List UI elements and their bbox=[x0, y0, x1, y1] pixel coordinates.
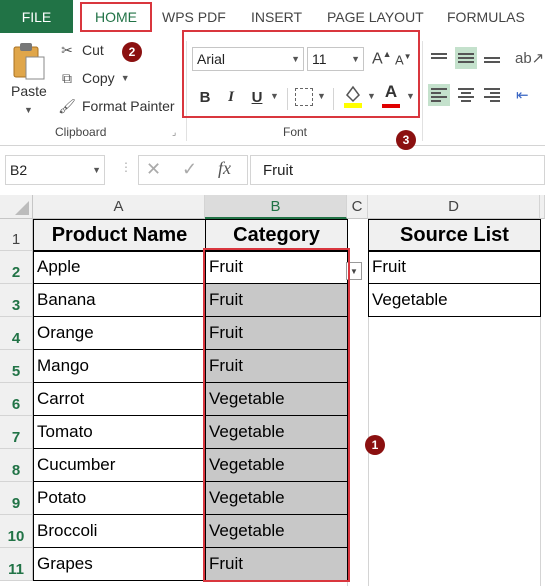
column-header-e[interactable] bbox=[540, 195, 545, 219]
cancel-icon[interactable]: ✕ bbox=[146, 159, 161, 180]
formula-bar-grip-icon: ⋮ bbox=[120, 160, 132, 174]
insert-function-button[interactable]: fx bbox=[218, 158, 231, 179]
column-header-b[interactable]: B bbox=[205, 195, 347, 219]
tab-file[interactable]: FILE bbox=[0, 0, 73, 33]
select-all-corner[interactable] bbox=[0, 195, 33, 219]
header-cell-source-list[interactable]: Source List bbox=[368, 219, 541, 252]
paste-dropdown-icon[interactable]: ▼ bbox=[24, 105, 33, 115]
ribbon: Paste ▼ ✂ Cut ⧉ Copy ▼ 🖌 Format Painter … bbox=[0, 30, 545, 150]
row-header[interactable]: 5 bbox=[0, 350, 33, 383]
ribbon-tab-bar: FILE HOME WPS PDF INSERT PAGE LAYOUT FOR… bbox=[0, 0, 545, 34]
product-cell[interactable]: Orange bbox=[33, 316, 206, 350]
scissors-icon: ✂ bbox=[61, 41, 73, 58]
font-controls-highlight bbox=[182, 30, 420, 118]
product-cell[interactable]: Carrot bbox=[33, 382, 206, 416]
paste-icon[interactable] bbox=[12, 43, 46, 81]
align-center-icon[interactable] bbox=[455, 84, 477, 106]
column-header-c[interactable]: C bbox=[347, 195, 368, 219]
row-header[interactable]: 2 bbox=[0, 251, 33, 284]
product-cell[interactable]: Broccoli bbox=[33, 514, 206, 548]
paste-button[interactable]: Paste bbox=[11, 83, 47, 99]
font-group-label: Font bbox=[283, 125, 308, 139]
product-cell[interactable]: Apple bbox=[33, 250, 206, 284]
align-right-icon[interactable] bbox=[481, 84, 503, 106]
copy-icon: ⧉ bbox=[62, 69, 72, 86]
header-cell-product-name[interactable]: Product Name bbox=[33, 219, 206, 252]
name-box-value: B2 bbox=[10, 162, 28, 178]
product-cell[interactable]: Potato bbox=[33, 481, 206, 515]
paintbrush-icon: 🖌 bbox=[58, 97, 76, 114]
row-header[interactable]: 7 bbox=[0, 416, 33, 449]
product-cell[interactable]: Tomato bbox=[33, 415, 206, 449]
group-divider bbox=[422, 41, 423, 141]
category-column-highlight bbox=[203, 248, 350, 582]
row-header[interactable]: 4 bbox=[0, 317, 33, 350]
callout-badge-3: 3 bbox=[396, 130, 416, 150]
cut-button[interactable]: ✂ Cut bbox=[58, 41, 104, 59]
copy-dropdown-icon[interactable]: ▼ bbox=[121, 73, 130, 83]
row-header[interactable]: 6 bbox=[0, 383, 33, 416]
callout-badge-1: 1 bbox=[365, 435, 385, 455]
row-header[interactable]: 1 bbox=[0, 219, 33, 251]
row-header[interactable]: 11 bbox=[0, 548, 33, 581]
cut-label: Cut bbox=[82, 42, 104, 58]
tab-home[interactable]: HOME bbox=[80, 2, 152, 32]
clipboard-group-label: Clipboard bbox=[55, 125, 107, 139]
formula-bar: B2 ▼ ⋮ ✕ ✓ fx Fruit bbox=[0, 152, 545, 188]
tab-insert[interactable]: INSERT bbox=[251, 0, 302, 33]
formula-input[interactable]: Fruit bbox=[250, 155, 545, 185]
align-middle-icon[interactable] bbox=[455, 47, 477, 69]
row-header[interactable]: 10 bbox=[0, 515, 33, 548]
clipboard-launcher-icon[interactable]: ⌟ bbox=[172, 127, 176, 138]
column-header-a[interactable]: A bbox=[33, 195, 205, 219]
name-box[interactable]: B2 ▼ bbox=[5, 155, 105, 185]
callout-badge-2: 2 bbox=[122, 42, 142, 62]
orientation-icon[interactable]: ab↗ bbox=[515, 49, 544, 67]
chevron-down-icon: ▼ bbox=[92, 165, 101, 175]
source-list-cell[interactable]: Vegetable bbox=[368, 283, 541, 317]
align-bottom-icon[interactable] bbox=[481, 47, 503, 69]
align-left-icon[interactable] bbox=[428, 84, 450, 106]
column-header-d[interactable]: D bbox=[368, 195, 540, 219]
row-header[interactable]: 8 bbox=[0, 449, 33, 482]
formula-input-value: Fruit bbox=[263, 161, 293, 179]
copy-button[interactable]: ⧉ Copy ▼ bbox=[58, 69, 130, 87]
row-header[interactable]: 9 bbox=[0, 482, 33, 515]
source-list-cell[interactable]: Fruit bbox=[368, 250, 541, 284]
copy-label: Copy bbox=[82, 70, 115, 86]
align-top-icon[interactable] bbox=[428, 47, 450, 69]
format-painter-button[interactable]: 🖌 Format Painter bbox=[58, 97, 175, 115]
tab-page-layout[interactable]: PAGE LAYOUT bbox=[327, 0, 424, 33]
decrease-indent-icon[interactable]: ⇤ bbox=[516, 86, 529, 104]
format-painter-label: Format Painter bbox=[82, 98, 175, 114]
enter-icon[interactable]: ✓ bbox=[182, 159, 197, 180]
product-cell[interactable]: Grapes bbox=[33, 547, 206, 581]
product-cell[interactable]: Mango bbox=[33, 349, 206, 383]
row-header[interactable]: 3 bbox=[0, 284, 33, 317]
product-cell[interactable]: Cucumber bbox=[33, 448, 206, 482]
tab-wps-pdf[interactable]: WPS PDF bbox=[162, 0, 226, 33]
tab-formulas[interactable]: FORMULAS bbox=[447, 0, 525, 33]
product-cell[interactable]: Banana bbox=[33, 283, 206, 317]
